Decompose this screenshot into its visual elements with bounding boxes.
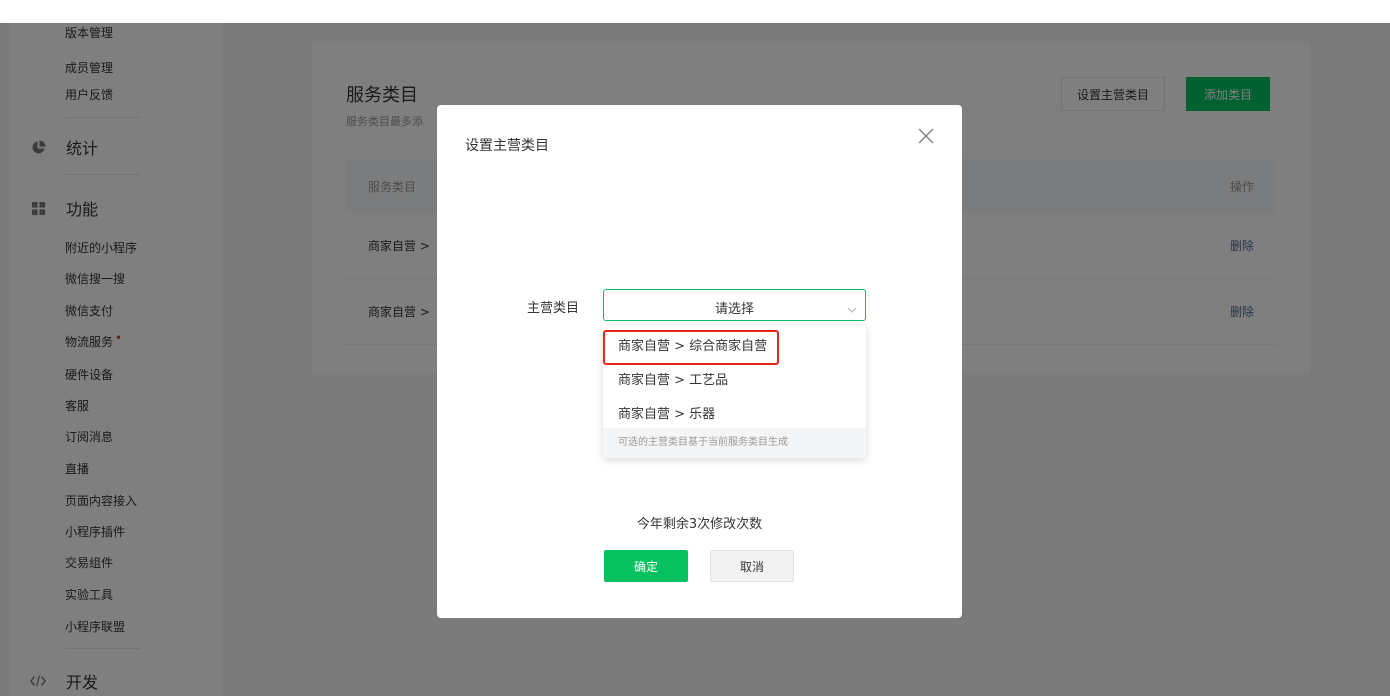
set-main-category-dialog: 设置主营类目 主营类目 请选择 商家自营 > 综合商家自营 商家自营 > 工艺品… <box>437 105 962 618</box>
close-icon[interactable] <box>917 127 935 145</box>
dropdown-option[interactable]: 商家自营 > 工艺品 <box>603 364 866 398</box>
chevron-down-icon <box>847 300 857 313</box>
main-category-select[interactable]: 请选择 <box>603 289 866 321</box>
dialog-title: 设置主营类目 <box>465 138 549 154</box>
category-dropdown: 商家自营 > 综合商家自营 商家自营 > 工艺品 商家自营 > 乐器 可选的主营… <box>603 325 866 458</box>
dropdown-option[interactable]: 商家自营 > 乐器 <box>603 398 866 432</box>
main-category-label: 主营类目 <box>527 301 580 316</box>
confirm-button[interactable]: 确定 <box>604 550 688 582</box>
select-placeholder: 请选择 <box>714 302 754 317</box>
dropdown-option[interactable]: 商家自营 > 综合商家自营 <box>603 330 866 364</box>
cancel-button[interactable]: 取消 <box>710 550 794 582</box>
dropdown-hint: 可选的主营类目基于当前服务类目生成 <box>603 428 866 458</box>
remaining-changes-text: 今年剩余3次修改次数 <box>636 517 763 532</box>
